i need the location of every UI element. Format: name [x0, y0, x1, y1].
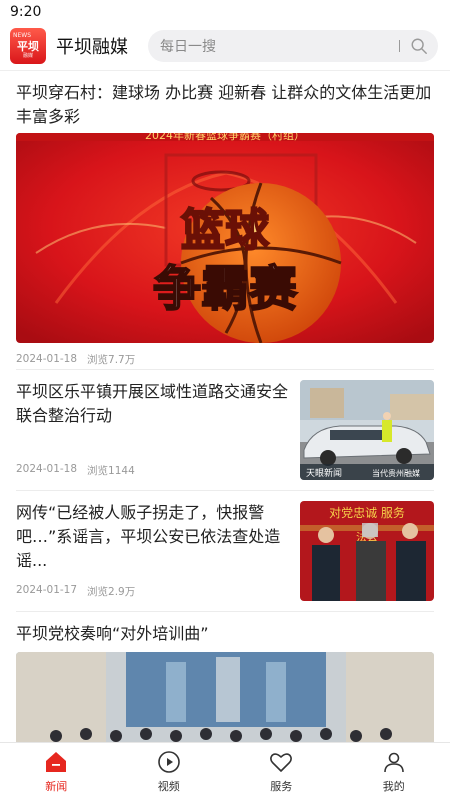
app-header: NEWS 平坝 融媒 平坝融媒 每日一搜 [0, 24, 450, 68]
thumbnail-banner: 对党忠诚 服务 [329, 505, 405, 520]
news-thumbnail-police[interactable]: 对党忠诚 服务 法公 [300, 501, 434, 601]
news-meta: 2024-01-18 浏览1144 [16, 463, 290, 480]
news-feed: 平坝穿石村：建球场 办比赛 迎新春 让群众的文体生活更加丰富多彩 2024年新春… [0, 71, 450, 369]
heart-icon [270, 752, 293, 772]
logo-main-text: 平坝 [17, 40, 39, 53]
search-icon[interactable] [410, 37, 428, 55]
app-logo[interactable]: NEWS 平坝 融媒 [10, 28, 46, 64]
news-title[interactable]: 平坝党校奏响“对外培训曲” [16, 622, 434, 646]
news-item[interactable]: 网传“已经被人贩子拐走了，快报警吧…”系谣言，平坝公安已依法查处造谣... 20… [16, 491, 434, 611]
thumbnail-headline: 2024年新春篮球争霸赛（村组） [145, 133, 305, 142]
search-input[interactable]: 每日一搜 [148, 30, 438, 62]
news-item[interactable]: 平坝区乐平镇开展区域性道路交通安全联合整治行动 2024-01-18 浏览114… [16, 370, 434, 490]
tab-service[interactable]: 服务 [225, 743, 338, 800]
news-meta: 2024-01-17 浏览2.9万 [16, 584, 290, 601]
news-home-icon [46, 751, 67, 772]
tab-label-profile: 我的 [382, 779, 405, 793]
news-thumbnail-basketball[interactable]: 2024年新春篮球争霸赛（村组） 篮球 争霸赛 [16, 133, 434, 343]
news-feed-rows-2: 网传“已经被人贩子拐走了，快报警吧…”系谣言，平坝公安已依法查处造谣... 20… [0, 491, 450, 611]
tab-label-news: 新闻 [45, 779, 68, 793]
news-thumbnail-traffic[interactable]: 天眼新闻 当代贵州融媒 [300, 380, 434, 480]
thumbnail-title-line1: 篮球 [181, 205, 270, 256]
tab-profile[interactable]: 我的 [338, 743, 450, 800]
news-views: 浏览7.7万 [87, 353, 136, 366]
news-title[interactable]: 平坝穿石村：建球场 办比赛 迎新春 让群众的文体生活更加丰富多彩 [16, 81, 434, 129]
tab-label-video: 视频 [157, 779, 180, 793]
profile-icon [383, 752, 404, 772]
tab-video[interactable]: 视频 [113, 743, 226, 800]
news-views: 浏览1144 [87, 465, 135, 477]
news-item[interactable]: 平坝穿石村：建球场 办比赛 迎新春 让群众的文体生活更加丰富多彩 2024年新春… [16, 71, 434, 369]
news-item[interactable]: 平坝党校奏响“对外培训曲” [16, 612, 434, 762]
logo-sub-text: 融媒 [22, 53, 33, 59]
news-meta: 2024-01-18 浏览7.7万 [16, 349, 434, 369]
tab-label-service: 服务 [270, 779, 293, 793]
news-date: 2024-01-18 [16, 463, 78, 475]
search-placeholder: 每日一搜 [160, 39, 216, 55]
thumbnail-title-line2: 争霸赛 [153, 261, 298, 317]
status-bar: 9:20 [0, 0, 450, 24]
news-title[interactable]: 网传“已经被人贩子拐走了，快报警吧…”系谣言，平坝公安已依法查处造谣... [16, 501, 290, 573]
news-title[interactable]: 平坝区乐平镇开展区域性道路交通安全联合整治行动 [16, 380, 290, 428]
news-date: 2024-01-17 [16, 584, 78, 596]
app-name: 平坝融媒 [56, 37, 128, 58]
news-date: 2024-01-18 [16, 353, 78, 365]
bottom-tab-bar: 新闻 视频 服务 我的 [0, 742, 450, 800]
news-feed-rows: 平坝区乐平镇开展区域性道路交通安全联合整治行动 2024-01-18 浏览114… [0, 370, 450, 490]
thumbnail-caption: 天眼新闻 [306, 467, 342, 479]
news-feed-last: 平坝党校奏响“对外培训曲” [0, 612, 450, 762]
news-views: 浏览2.9万 [87, 586, 136, 598]
status-time: 9:20 [10, 4, 42, 20]
tab-news[interactable]: 新闻 [0, 743, 113, 800]
logo-news-text: NEWS [13, 32, 32, 39]
search-separator [399, 40, 400, 52]
thumbnail-caption-2: 当代贵州融媒 [372, 468, 420, 478]
video-play-icon [157, 750, 180, 773]
